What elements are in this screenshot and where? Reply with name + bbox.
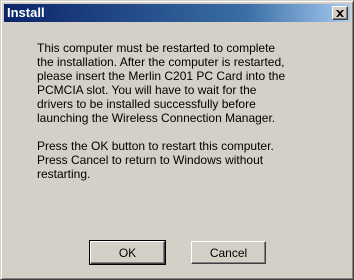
install-dialog: Install This computer must be restarted … — [0, 0, 354, 280]
cancel-button[interactable]: Cancel — [191, 241, 266, 264]
close-icon — [336, 9, 344, 17]
dialog-message: This computer must be restarted to compl… — [37, 41, 337, 195]
message-paragraph-instructions: Press the OK button to restart this comp… — [37, 139, 274, 181]
title-bar[interactable]: Install — [4, 4, 350, 22]
message-paragraph-restart-info: This computer must be restarted to compl… — [37, 41, 286, 125]
ok-button[interactable]: OK — [89, 240, 166, 265]
close-button[interactable] — [332, 6, 348, 20]
window-title: Install — [7, 5, 45, 20]
